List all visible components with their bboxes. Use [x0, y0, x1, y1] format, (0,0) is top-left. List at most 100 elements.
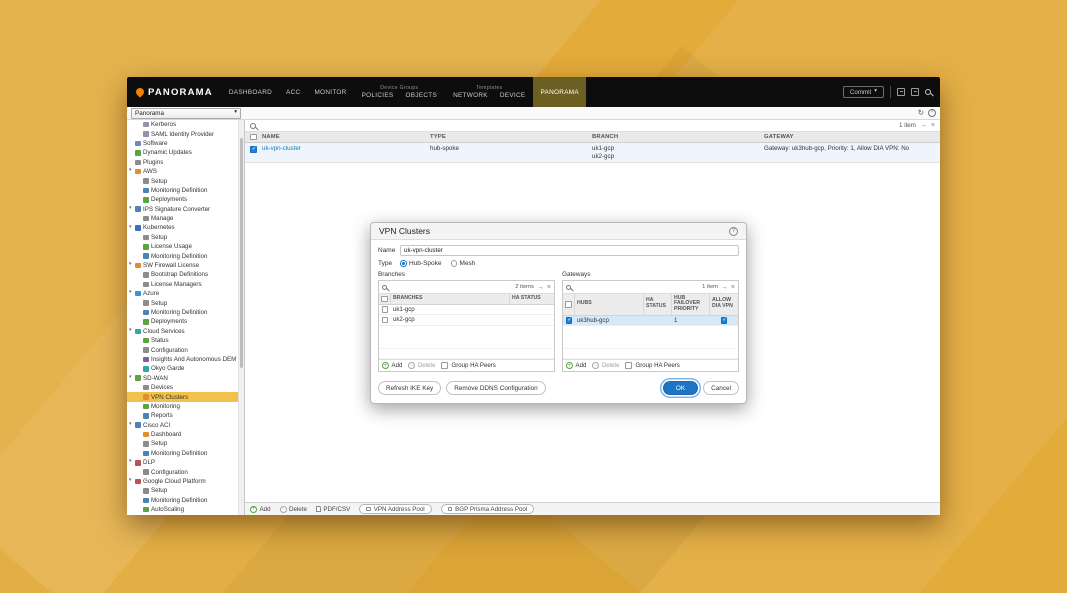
sidebar-item[interactable]: Setup [127, 298, 238, 307]
name-input[interactable]: uk-vpn-cluster [400, 245, 739, 256]
sidebar-item[interactable]: Cloud Services [127, 327, 238, 336]
nav-tab[interactable]: DASHBOARD [222, 77, 279, 107]
context-selector[interactable]: Panorama [131, 108, 241, 119]
table-row[interactable]: uk-vpn-cluster hub-spoke uk1-gcp uk2-gcp… [245, 143, 940, 163]
clear-filter-icon[interactable]: × [731, 284, 735, 291]
sidebar-item[interactable]: Devices [127, 383, 238, 392]
column-name[interactable]: NAME [262, 134, 430, 140]
expand-caret-icon[interactable] [129, 226, 134, 231]
tasks-icon[interactable] [911, 88, 919, 96]
sidebar-scrollbar[interactable] [238, 120, 244, 515]
nav-tab[interactable]: NETWORK [447, 92, 494, 99]
vpn-address-pool-button[interactable]: VPN Address Pool [359, 504, 431, 514]
sidebar-item[interactable]: Deployments [127, 195, 238, 204]
sidebar-item[interactable]: Setup [127, 486, 238, 495]
expand-caret-icon[interactable] [129, 329, 134, 334]
scrollbar-thumb[interactable] [240, 138, 243, 368]
clear-filter-icon[interactable]: × [931, 122, 935, 129]
expand-caret-icon[interactable] [129, 207, 134, 212]
column-branches[interactable]: BRANCHES [391, 294, 510, 304]
sidebar-item[interactable]: SW Firewall License [127, 261, 238, 270]
column-gateway[interactable]: GATEWAY [764, 134, 940, 140]
branch-row[interactable]: uk1-gcp [379, 305, 554, 316]
hub-spoke-radio[interactable] [400, 260, 407, 267]
nav-tab[interactable]: DEVICE [494, 92, 532, 99]
column-hub-failover-priority[interactable]: HUB FAILOVER PRIORITY [672, 294, 710, 315]
group-ha-peers-checkbox[interactable] [625, 362, 632, 369]
sidebar-item[interactable]: Reports [127, 411, 238, 420]
expand-caret-icon[interactable] [129, 423, 134, 428]
sidebar-item[interactable]: Status [127, 336, 238, 345]
column-type[interactable]: TYPE [430, 134, 592, 140]
sidebar-item[interactable]: Kubernetes [127, 223, 238, 232]
search-icon[interactable] [250, 123, 256, 129]
expand-caret-icon[interactable] [129, 263, 134, 268]
branch-row[interactable]: uk2-gcp [379, 315, 554, 326]
sidebar-item[interactable]: Plugins [127, 158, 238, 167]
sidebar-item[interactable]: Software [127, 139, 238, 148]
global-search-icon[interactable] [925, 89, 931, 95]
gateways-group-ha-peers[interactable]: Group HA Peers [625, 362, 679, 369]
sidebar-item[interactable]: DLP [127, 458, 238, 467]
branches-group-ha-peers[interactable]: Group HA Peers [441, 362, 495, 369]
config-icon[interactable] [897, 88, 905, 96]
sidebar-item[interactable]: Monitoring Definition [127, 449, 238, 458]
branch-checkbox[interactable] [382, 306, 389, 313]
sidebar-item[interactable]: Dashboard [127, 430, 238, 439]
sidebar-item[interactable]: AWS [127, 167, 238, 176]
sidebar-item[interactable]: Monitoring Definition [127, 308, 238, 317]
sidebar-item[interactable]: Azure [127, 289, 238, 298]
branches-delete-button[interactable]: − Delete [408, 362, 435, 369]
group-ha-peers-checkbox[interactable] [441, 362, 448, 369]
sidebar-item[interactable]: Setup [127, 233, 238, 242]
sidebar-item[interactable]: Configuration [127, 467, 238, 476]
hub-failover-priority[interactable]: 1 [672, 317, 710, 324]
remove-ddns-configuration-button[interactable]: Remove DDNS Configuration [446, 381, 545, 395]
commit-button[interactable]: Commit [843, 86, 884, 98]
branches-add-button[interactable]: + Add [382, 362, 402, 369]
sidebar-item[interactable]: Cisco ACI [127, 421, 238, 430]
delete-button[interactable]: − Delete [280, 506, 307, 513]
sidebar-item[interactable]: Monitoring [127, 402, 238, 411]
nav-tab[interactable]: OBJECTS [400, 92, 444, 99]
sidebar-item[interactable]: Manage [127, 214, 238, 223]
sidebar-item[interactable]: Deployments [127, 317, 238, 326]
sidebar-item[interactable]: Insights And Autonomous DEM [127, 355, 238, 364]
mesh-radio[interactable] [451, 260, 458, 267]
gateways-delete-button[interactable]: − Delete [592, 362, 619, 369]
sidebar-item[interactable]: Configuration [127, 345, 238, 354]
expand-caret-icon[interactable] [129, 376, 134, 381]
sidebar-item[interactable]: License Managers [127, 280, 238, 289]
forward-arrow-icon[interactable]: → [721, 284, 728, 291]
add-button[interactable]: + Add [250, 506, 271, 513]
sidebar-item[interactable]: IPS Signature Converter [127, 205, 238, 214]
forward-arrow-icon[interactable]: → [537, 284, 544, 291]
clear-filter-icon[interactable]: × [547, 284, 551, 291]
sidebar-item[interactable]: AutoScaling [127, 505, 238, 514]
column-branch[interactable]: BRANCH [592, 134, 764, 140]
mesh-radio-label[interactable]: Mesh [460, 260, 476, 267]
sidebar-item[interactable]: Okyo Garde [127, 364, 238, 373]
gateway-row[interactable]: uk3hub-gcp 1 [563, 316, 738, 327]
expand-caret-icon[interactable] [129, 291, 134, 296]
gateways-select-all-checkbox[interactable] [565, 301, 572, 308]
sidebar-item[interactable]: License Usage [127, 242, 238, 251]
bgp-prisma-address-pool-button[interactable]: BGP Prisma Address Pool [441, 504, 535, 514]
expand-caret-icon[interactable] [129, 479, 134, 484]
sidebar-item[interactable]: VPN Clusters [127, 392, 238, 401]
search-icon[interactable] [566, 285, 571, 290]
sidebar-item[interactable]: SAML Identity Provider [127, 129, 238, 138]
ok-button[interactable]: OK [663, 381, 698, 395]
column-allow-dia-vpn[interactable]: ALLOW DIA VPN [710, 294, 738, 315]
column-hubs[interactable]: HUBS [575, 294, 644, 315]
sidebar-item[interactable]: Bootstrap Definitions [127, 270, 238, 279]
sidebar-item[interactable]: Setup [127, 176, 238, 185]
expand-caret-icon[interactable] [129, 460, 134, 465]
cancel-button[interactable]: Cancel [703, 381, 739, 395]
refresh-ike-key-button[interactable]: Refresh IKE Key [378, 381, 441, 395]
search-icon[interactable] [382, 285, 387, 290]
nav-tab-panorama[interactable]: PANORAMA [533, 77, 586, 107]
pdf-csv-button[interactable]: PDF/CSV [316, 506, 350, 513]
nav-tab[interactable]: MONITOR [307, 77, 353, 107]
sidebar-item[interactable]: SD-WAN [127, 374, 238, 383]
